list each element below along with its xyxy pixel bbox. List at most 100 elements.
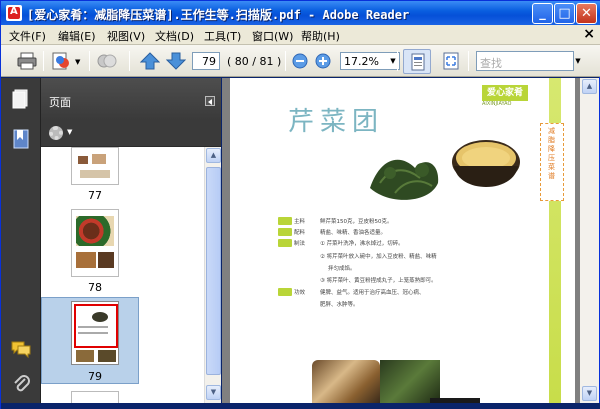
recipe-row-text: 鲜芹菜150克，豆皮粉50克。 bbox=[320, 219, 393, 225]
book-series-tag: 爱心家肴 bbox=[482, 85, 528, 101]
create-pdf-dropdown-icon[interactable]: ▼ bbox=[75, 58, 80, 66]
page-thumbnail-current[interactable] bbox=[71, 301, 119, 365]
doc-scroll-down-icon[interactable]: ▼ bbox=[582, 386, 597, 401]
scroll-up-icon[interactable]: ▲ bbox=[206, 148, 221, 163]
minimize-button[interactable]: _ bbox=[532, 3, 553, 24]
close-button[interactable]: ✕ bbox=[576, 3, 597, 24]
menu-edit[interactable]: 编辑(E) bbox=[58, 28, 96, 44]
document-view[interactable]: 爱心家肴 AIXINJIAYAO 减脂降压菜谱 芹菜团 主料 鲜芹菜150克，豆 bbox=[222, 78, 580, 403]
toolbar-separator bbox=[397, 51, 398, 71]
toolbar-separator bbox=[285, 51, 286, 71]
recipe-row-text: 肥胖、水肿等。 bbox=[320, 302, 359, 308]
navigation-pane bbox=[1, 78, 41, 403]
page-thumbnail[interactable] bbox=[71, 147, 119, 185]
book-series-tag-en: AIXINJIAYAO bbox=[482, 101, 512, 107]
recipe-row-text: ③ 将芹菜叶、黄豆粉捏成丸子，上笼蒸熟即可。 bbox=[320, 278, 437, 284]
print-icon[interactable] bbox=[17, 52, 37, 70]
thumbnail-image bbox=[98, 350, 116, 362]
window-title: [爱心家肴：减脂降压菜谱].王作生等.扫描版.pdf - Adobe Reade… bbox=[27, 8, 410, 22]
gear-icon[interactable] bbox=[49, 126, 63, 140]
recipe-row-text: 拌匀成馅。 bbox=[328, 266, 356, 272]
page-number-label: 78 bbox=[88, 281, 102, 294]
menu-file[interactable]: 文件(F) bbox=[9, 28, 46, 44]
recipe-row-text: ② 将芹菜叶放入碗中，加入豆皮粉、精盐、味精 bbox=[320, 254, 437, 260]
recipe-title: 芹菜团 bbox=[288, 107, 385, 137]
scrollbar-thumb[interactable] bbox=[206, 167, 221, 375]
label-pill bbox=[278, 239, 292, 247]
page-thumbnail[interactable] bbox=[71, 391, 119, 403]
thumbnail-image bbox=[92, 312, 108, 322]
recipe-row-text: 健脾、益气。适用于治疗高血压、冠心病、 bbox=[320, 290, 425, 296]
menu-window[interactable]: 窗口(W) bbox=[252, 28, 293, 44]
collapse-panel-icon[interactable] bbox=[205, 96, 215, 106]
thumbnail-image bbox=[76, 350, 94, 362]
close-document-icon[interactable]: × bbox=[583, 26, 595, 42]
thumbnails-scrollbar[interactable]: ▲ ▼ bbox=[204, 147, 221, 403]
maximize-icon: □ bbox=[558, 6, 571, 21]
chapter-side-label: 减脂降压菜谱 bbox=[540, 123, 564, 201]
menu-tools[interactable]: 工具(T) bbox=[204, 28, 241, 44]
single-page-button[interactable] bbox=[403, 49, 431, 74]
zoom-dropdown-icon[interactable]: ▼ bbox=[387, 52, 400, 70]
pdf-page: 爱心家肴 AIXINJIAYAO 减脂降压菜谱 芹菜团 主料 鲜芹菜150克，豆 bbox=[230, 78, 575, 403]
comments-panel-icon[interactable] bbox=[10, 338, 32, 360]
doc-scroll-up-icon[interactable]: ▲ bbox=[582, 79, 597, 94]
chapter-side-text: 减脂降压菜谱 bbox=[548, 127, 555, 180]
scroll-down-icon[interactable]: ▼ bbox=[206, 385, 221, 400]
celery-leaves-image bbox=[370, 159, 439, 200]
menu-view[interactable]: 视图(V) bbox=[107, 28, 145, 44]
fit-page-icon[interactable] bbox=[441, 52, 461, 70]
soybean-flour-bowl-image bbox=[452, 140, 520, 187]
thumbnail-image bbox=[98, 252, 114, 268]
single-page-icon bbox=[411, 53, 425, 71]
close-icon: ✕ bbox=[581, 6, 592, 21]
collaborate-icon[interactable] bbox=[97, 52, 117, 70]
page-thumbnails-panel: 页面 ▼ 77 78 79 ▲ ▼ bbox=[41, 78, 221, 403]
search-dropdown-icon[interactable]: ▼ bbox=[573, 51, 583, 71]
thumbnails-title: 页面 bbox=[49, 96, 71, 109]
thumbnail-image bbox=[80, 170, 110, 178]
pages-panel-icon[interactable] bbox=[10, 88, 32, 110]
zoom-level-input[interactable]: 17.2% bbox=[340, 52, 388, 70]
chopped-celery-photo bbox=[380, 360, 440, 403]
search-input[interactable]: 查找 bbox=[476, 51, 574, 71]
thumbnail-text bbox=[78, 332, 108, 334]
label-pill bbox=[278, 217, 292, 225]
toolbar-separator bbox=[129, 51, 130, 71]
toolbar-separator bbox=[43, 51, 44, 71]
thumbnail-image bbox=[76, 216, 114, 246]
attachments-panel-icon[interactable] bbox=[10, 373, 32, 395]
title-bar[interactable]: [爱心家肴：减脂降压菜谱].王作生等.扫描版.pdf - Adobe Reade… bbox=[1, 1, 600, 25]
create-pdf-icon[interactable] bbox=[51, 52, 71, 70]
thumbnail-image bbox=[92, 154, 106, 164]
zoom-in-icon[interactable] bbox=[315, 52, 331, 70]
previous-page-icon[interactable] bbox=[140, 52, 160, 70]
menu-bar: 文件(F) 编辑(E) 视图(V) 文档(D) 工具(T) 窗口(W) 帮助(H… bbox=[1, 25, 600, 45]
bookmarks-panel-icon[interactable] bbox=[10, 128, 32, 150]
label-pill bbox=[278, 288, 292, 296]
document-scrollbar[interactable]: ▲ ▼ bbox=[580, 78, 599, 403]
next-page-icon[interactable] bbox=[166, 52, 186, 70]
menu-document[interactable]: 文档(D) bbox=[155, 28, 194, 44]
recipe-row-label: 配料 bbox=[294, 230, 306, 236]
recipe-row-text: ① 芹菜叶洗净，沸水焯过，切碎。 bbox=[320, 241, 404, 247]
page-number-label: 77 bbox=[88, 189, 102, 202]
options-dropdown-icon[interactable]: ▼ bbox=[67, 128, 72, 136]
recipe-row-text: 精盐、味精、香油各适量。 bbox=[320, 230, 387, 236]
recipe-row-label: 功效 bbox=[294, 290, 306, 296]
thumbnails-header: 页面 bbox=[41, 78, 221, 120]
page-number-input[interactable]: 79 bbox=[192, 52, 220, 70]
zoom-out-icon[interactable] bbox=[292, 52, 308, 70]
thumbnails-list[interactable]: 77 78 79 bbox=[41, 147, 204, 403]
thumbnail-image bbox=[76, 252, 96, 268]
page-number-label: 79 bbox=[88, 370, 102, 383]
thumbnail-text bbox=[78, 326, 108, 328]
adobe-reader-icon bbox=[6, 5, 22, 21]
page-thumbnail[interactable] bbox=[71, 209, 119, 277]
minimize-icon: _ bbox=[539, 6, 546, 21]
dish-photo bbox=[312, 360, 380, 403]
app-window: [爱心家肴：减脂降压菜谱].王作生等.扫描版.pdf - Adobe Reade… bbox=[0, 0, 600, 409]
thumbnail-image bbox=[78, 156, 88, 164]
maximize-button[interactable]: □ bbox=[554, 3, 575, 24]
menu-help[interactable]: 帮助(H) bbox=[301, 28, 340, 44]
